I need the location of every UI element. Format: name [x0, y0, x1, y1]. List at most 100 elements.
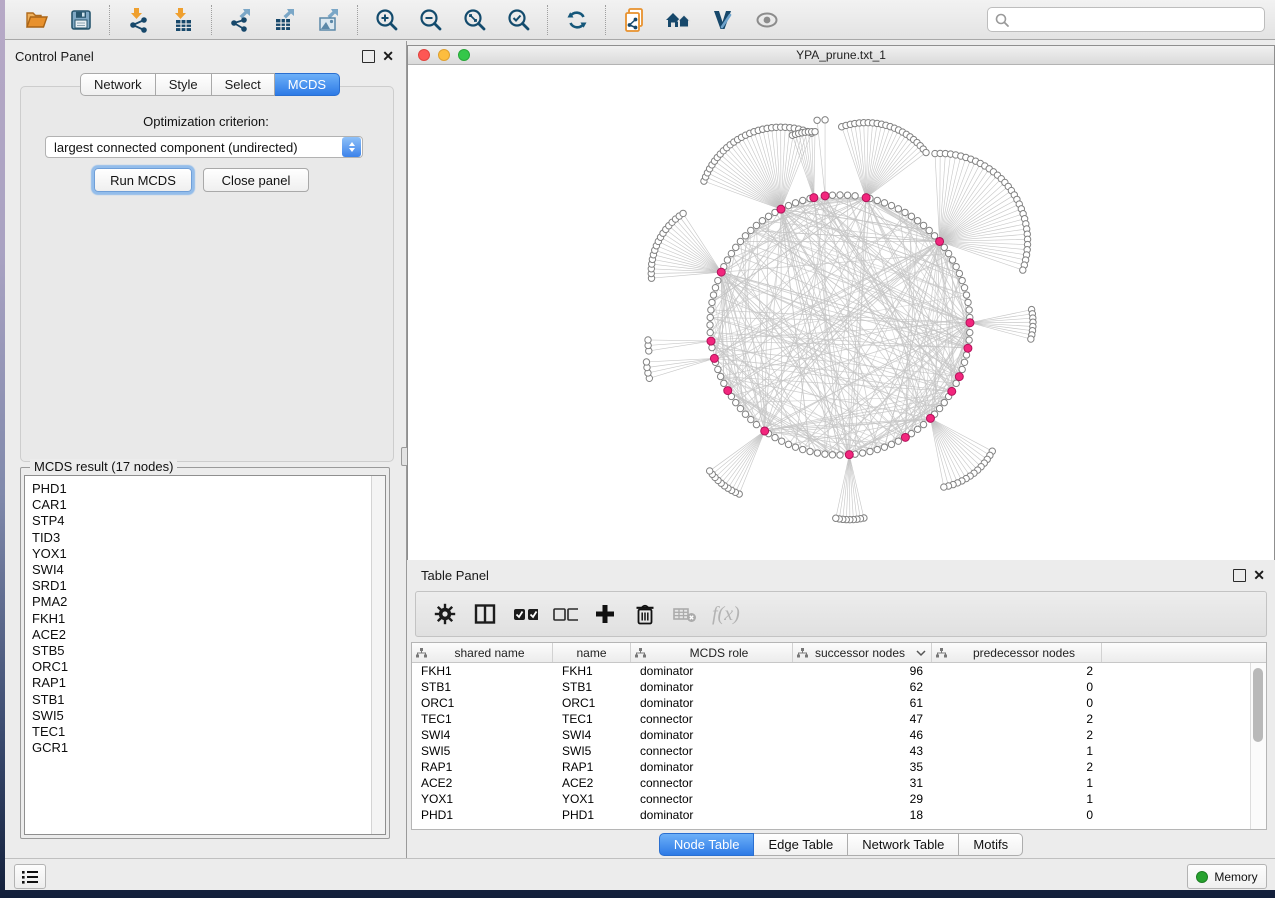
table-scrollbar[interactable] [1250, 663, 1266, 829]
mcds-result-item[interactable]: PHD1 [25, 476, 385, 497]
graph-node-mcds[interactable] [821, 192, 829, 200]
eye-icon[interactable] [752, 5, 782, 35]
graph-node[interactable] [961, 285, 967, 291]
export-table-icon[interactable] [270, 5, 300, 35]
graph-node[interactable] [807, 448, 813, 454]
table-row[interactable]: ACE2ACE2connector311 [412, 775, 1266, 791]
graph-node[interactable] [765, 213, 771, 219]
tab-network-table[interactable]: Network Table [848, 833, 959, 856]
graph-node[interactable] [753, 421, 759, 427]
graph-node[interactable] [800, 197, 806, 203]
mcds-result-item[interactable]: STB1 [25, 692, 385, 708]
status-list-button[interactable] [14, 864, 46, 889]
graph-node[interactable] [707, 314, 713, 320]
mcds-result-list[interactable]: PHD1CAR1STP4TID3YOX1SWI4SRD1PMA2FKH1ACE2… [24, 475, 386, 835]
graph-node[interactable] [721, 380, 727, 386]
graph-node[interactable] [712, 285, 718, 291]
graph-node-mcds[interactable] [964, 344, 972, 352]
graph-node[interactable] [888, 441, 894, 447]
graph-node-mcds[interactable] [926, 414, 934, 422]
graph-node[interactable] [888, 202, 894, 208]
mcds-result-item[interactable]: SWI4 [25, 562, 385, 578]
graph-node-mcds[interactable] [845, 451, 853, 459]
mcds-result-item[interactable]: TID3 [25, 530, 385, 546]
graph-node[interactable] [753, 222, 759, 228]
table-row[interactable]: RAP1RAP1dominator352 [412, 759, 1266, 775]
graph-node-mcds[interactable] [724, 387, 732, 395]
tab-node-table[interactable]: Node Table [659, 833, 755, 856]
mcds-result-item[interactable]: SWI5 [25, 708, 385, 724]
graph-node[interactable] [895, 206, 901, 212]
graph-node[interactable] [778, 438, 784, 444]
graph-node[interactable] [837, 452, 843, 458]
graph-node[interactable] [822, 451, 828, 457]
graph-node[interactable] [748, 416, 754, 422]
graph-node-mcds[interactable] [948, 387, 956, 395]
graph-node[interactable] [953, 263, 959, 269]
graph-node[interactable] [959, 366, 965, 372]
mcds-result-item[interactable]: ACE2 [25, 627, 385, 643]
network-canvas[interactable] [408, 65, 1274, 560]
graph-node[interactable] [953, 380, 959, 386]
tab-mcds[interactable]: MCDS [275, 73, 340, 96]
tab-edge-table[interactable]: Edge Table [754, 833, 848, 856]
table-row[interactable]: TEC1TEC1connector472 [412, 711, 1266, 727]
graph-node[interactable] [852, 193, 858, 199]
graph-node[interactable] [914, 218, 920, 224]
graph-node[interactable] [881, 200, 887, 206]
graph-node[interactable] [785, 441, 791, 447]
graph-node[interactable] [874, 197, 880, 203]
import-table-icon[interactable] [168, 5, 198, 35]
graph-node-mcds[interactable] [707, 337, 715, 345]
float-table-panel-icon[interactable] [1233, 569, 1246, 582]
zoom-in-icon[interactable] [372, 5, 402, 35]
import-network-icon[interactable] [124, 5, 154, 35]
column-header-predecessor-nodes[interactable]: predecessor nodes [932, 643, 1102, 662]
select-all-icon[interactable] [512, 601, 538, 627]
close-panel-icon[interactable]: ✕ [382, 51, 394, 62]
mcds-result-item[interactable]: RAP1 [25, 675, 385, 691]
graph-node[interactable] [829, 192, 835, 198]
vizmapper-icon[interactable] [708, 5, 738, 35]
column-header-successor-nodes[interactable]: successor nodes [793, 643, 932, 662]
graph-node[interactable] [941, 399, 947, 405]
graph-node[interactable] [874, 446, 880, 452]
graph-node[interactable] [710, 292, 716, 298]
graph-node-mcds[interactable] [901, 433, 909, 441]
graph-node[interactable] [715, 366, 721, 372]
tab-select[interactable]: Select [212, 73, 275, 96]
export-network-icon[interactable] [226, 5, 256, 35]
mcds-result-item[interactable]: FKH1 [25, 611, 385, 627]
column-header-shared-name[interactable]: shared name [412, 643, 553, 662]
graph-node[interactable] [733, 399, 739, 405]
graph-node[interactable] [785, 202, 791, 208]
table-row[interactable]: ORC1ORC1dominator610 [412, 695, 1266, 711]
graph-node[interactable] [772, 434, 778, 440]
graph-node[interactable] [708, 307, 714, 313]
table-scrollbar-thumb[interactable] [1253, 668, 1263, 742]
tab-motifs[interactable]: Motifs [959, 833, 1023, 856]
tab-style[interactable]: Style [156, 73, 212, 96]
graph-node[interactable] [966, 307, 972, 313]
open-folder-icon[interactable] [22, 5, 52, 35]
tab-network[interactable]: Network [80, 73, 156, 96]
mcds-result-item[interactable]: YOX1 [25, 546, 385, 562]
graph-node[interactable] [737, 405, 743, 411]
graph-node-mcds[interactable] [717, 268, 725, 276]
run-mcds-button[interactable]: Run MCDS [94, 168, 192, 192]
graph-node[interactable] [759, 218, 765, 224]
search-field[interactable] [987, 7, 1265, 32]
close-panel-button[interactable]: Close panel [203, 168, 309, 192]
graph-node[interactable] [945, 250, 951, 256]
graph-node[interactable] [926, 227, 932, 233]
close-table-panel-icon[interactable]: ✕ [1253, 570, 1265, 581]
zoom-fit-icon[interactable] [460, 5, 490, 35]
graph-node[interactable] [844, 192, 850, 198]
criterion-dropdown[interactable]: largest connected component (undirected) [45, 136, 363, 158]
graph-node-mcds[interactable] [777, 205, 785, 213]
mcds-result-item[interactable]: STP4 [25, 513, 385, 529]
gear-icon[interactable] [432, 601, 458, 627]
graph-node[interactable] [967, 329, 973, 335]
graph-node[interactable] [867, 448, 873, 454]
graph-node[interactable] [963, 352, 969, 358]
